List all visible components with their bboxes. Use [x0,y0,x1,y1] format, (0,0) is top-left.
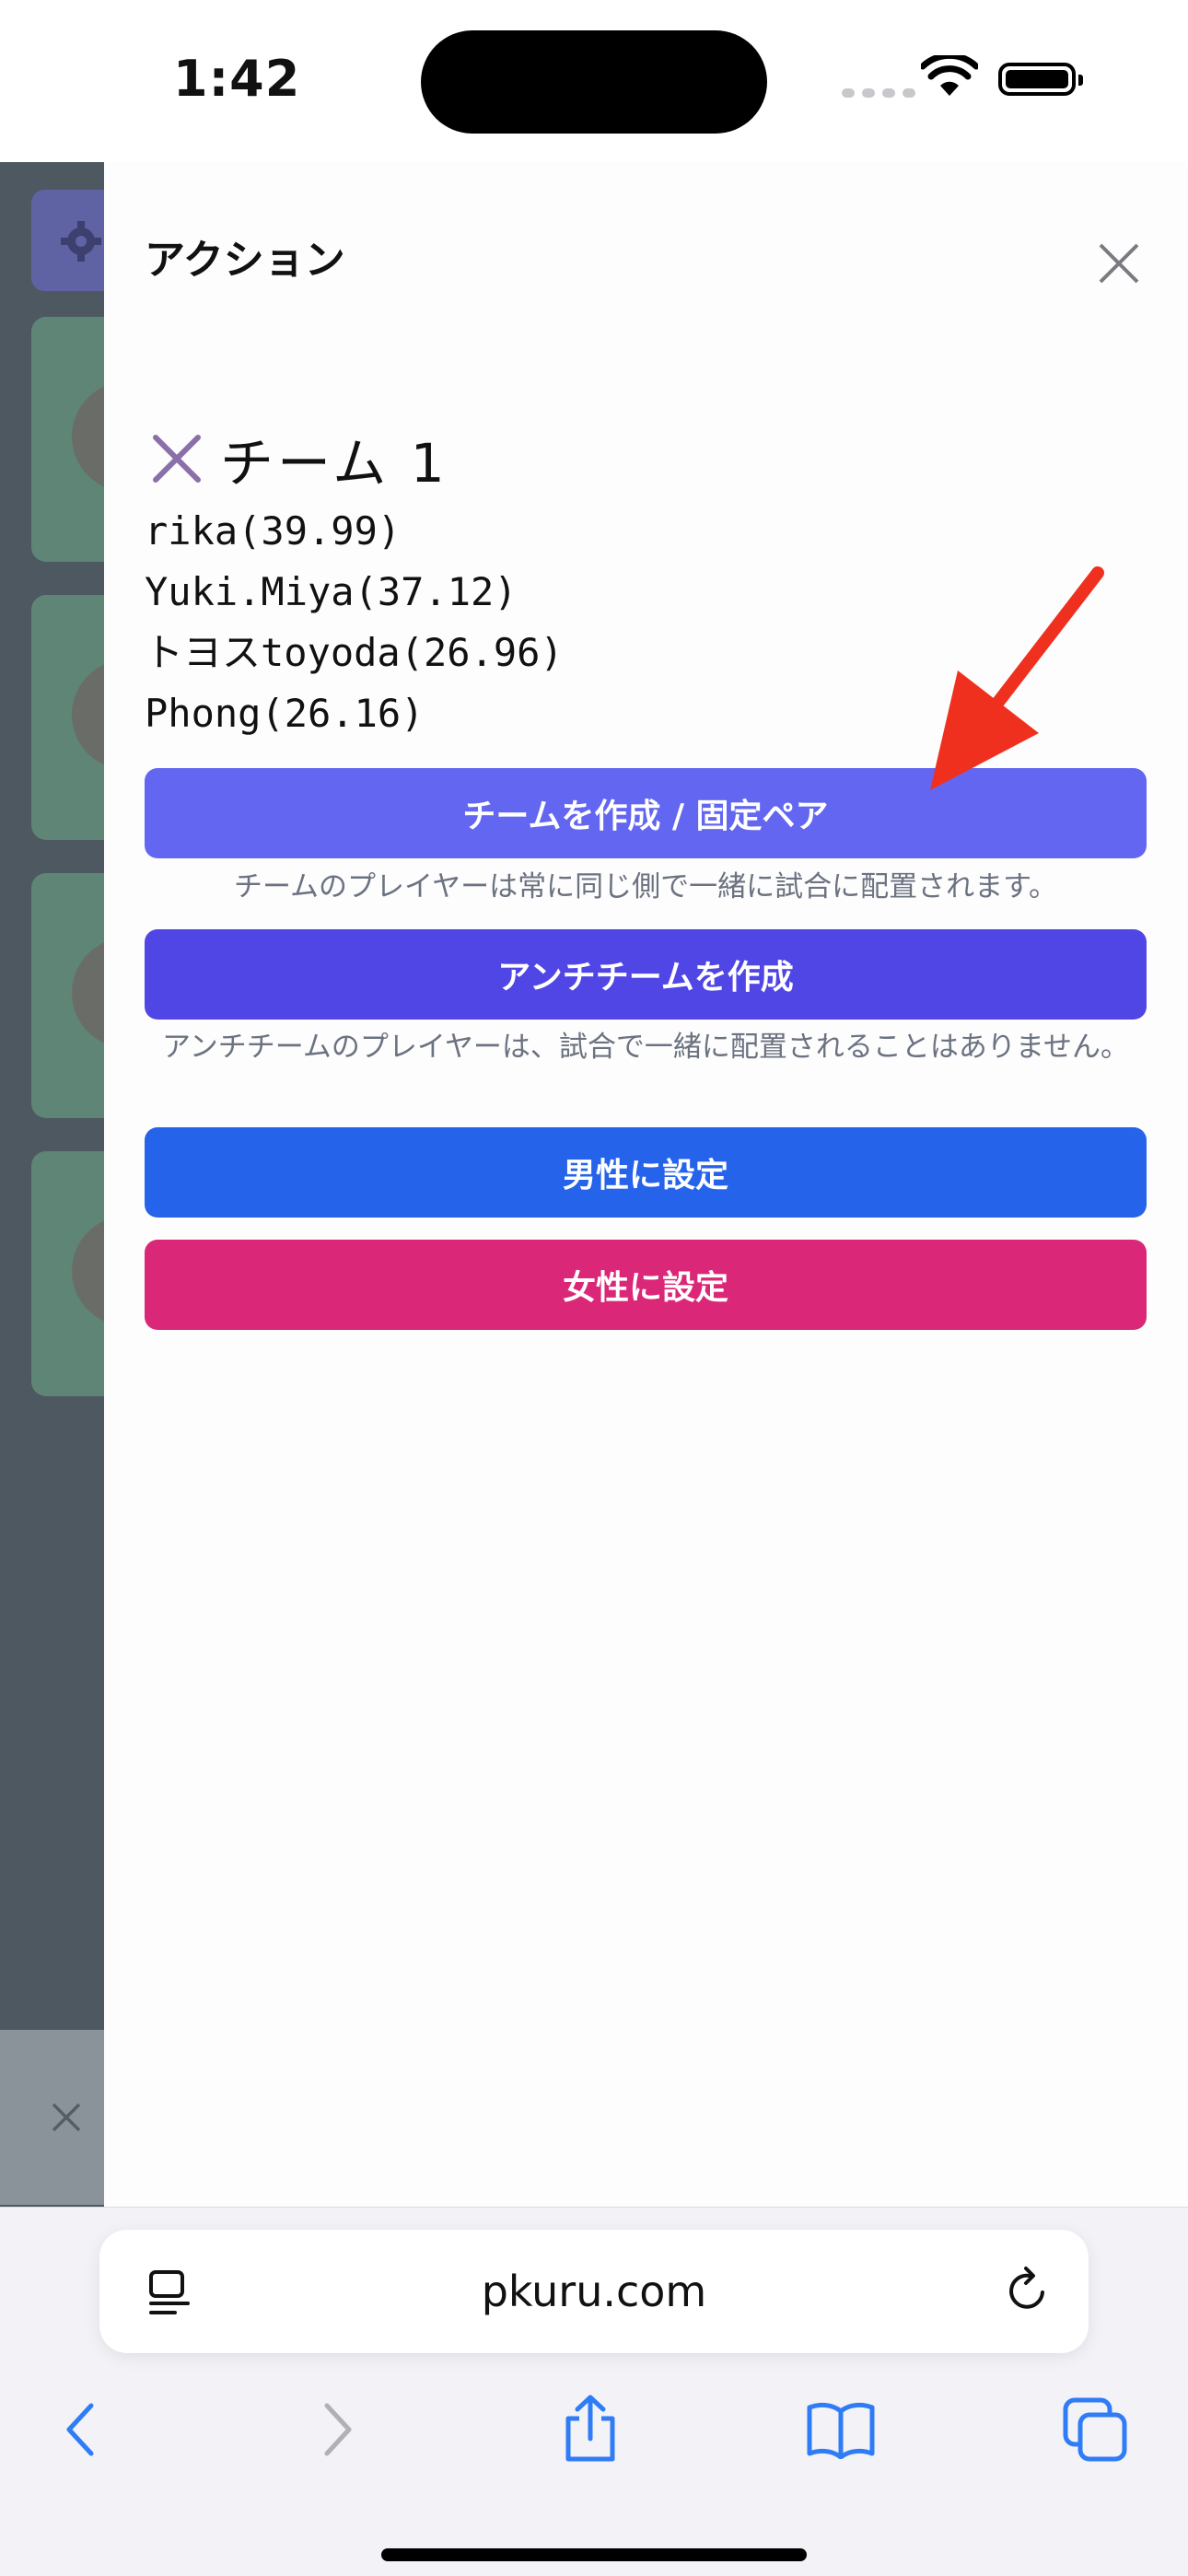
avatar [72,1216,104,1326]
list-item: rika(39.99) [145,508,402,554]
player-card[interactable] [31,873,104,1118]
player-card[interactable] [31,595,104,840]
bookmarks-icon [807,2402,875,2459]
bookmarks-button[interactable] [790,2379,891,2480]
gear-icon [61,221,101,262]
reload-icon[interactable] [1002,2265,1054,2316]
status-bar: 1:42 [0,0,1188,162]
wifi-icon [921,55,978,96]
back-button[interactable] [29,2379,131,2480]
team-name: チーム 1 [220,432,448,495]
battery-icon [998,63,1083,96]
remove-x-icon[interactable] [145,426,209,491]
list-item: Yuki.Miya(37.12) [145,569,518,614]
set-male-button[interactable]: 男性に設定 [145,1127,1147,1218]
home-indicator [381,2548,807,2561]
dynamic-island [421,30,767,134]
avatar [72,381,104,492]
status-time: 1:42 [173,50,301,108]
settings-button[interactable] [31,190,104,291]
avatar [72,938,104,1048]
browser-toolbar [0,2379,1188,2480]
share-icon [565,2395,615,2462]
back-icon [66,2403,94,2456]
list-item: Phong(26.16) [145,691,425,736]
action-panel: アクション チーム 1 rika(39.99) Yuki.Miya(37.12)… [104,162,1188,2207]
browser-chrome: pkuru.com [0,2207,1188,2576]
player-card[interactable] [31,1151,104,1396]
panel-title: アクション [145,237,345,284]
player-list: rika(39.99) Yuki.Miya(37.12) トヨスtoyoda(2… [145,501,564,744]
avatar [72,659,104,770]
player-card[interactable] [31,317,104,562]
arrow-annotation [930,566,1104,790]
create-anti-team-hint: アンチチームのプレイヤーは、試合で一緒に配置されることはありません。 [162,1031,1129,1064]
create-anti-team-button[interactable]: アンチチームを作成 [145,929,1147,1020]
forward-button[interactable] [287,2379,389,2480]
share-button[interactable] [540,2379,641,2480]
team-header: チーム 1 [145,420,448,497]
tabs-button[interactable] [1044,2379,1146,2480]
cellular-signal-icon [842,88,915,98]
url-text[interactable]: pkuru.com [99,2267,1089,2316]
list-item: トヨスtoyoda(26.96) [145,630,564,675]
set-female-button[interactable]: 女性に設定 [145,1240,1147,1330]
create-team-hint: チームのプレイヤーは常に同じ側で一緒に試合に配置されます。 [233,870,1058,903]
forward-icon [324,2403,352,2456]
close-icon[interactable] [1095,239,1143,287]
address-bar[interactable]: pkuru.com [99,2230,1089,2353]
close-icon[interactable] [50,2101,83,2134]
tabs-icon [1063,2397,1127,2462]
background-app [0,162,104,2207]
